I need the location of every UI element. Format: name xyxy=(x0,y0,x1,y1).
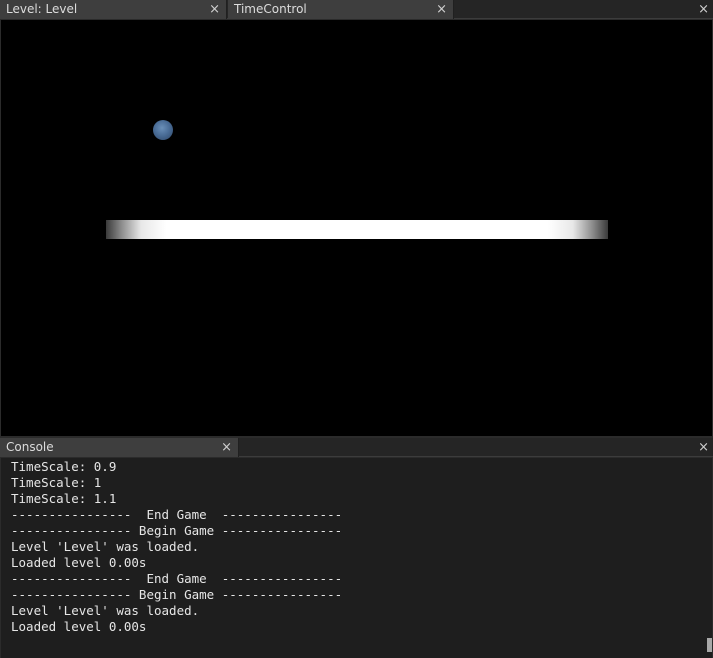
tab-console-label: Console xyxy=(6,440,54,454)
console-panel-close-icon[interactable]: × xyxy=(698,438,709,457)
platform-sprite xyxy=(106,220,608,239)
tab-level-label: Level: Level xyxy=(6,2,78,16)
tab-timecontrol-close-icon[interactable]: × xyxy=(436,0,447,19)
ball-sprite xyxy=(153,120,173,140)
console-line: ---------------- End Game --------------… xyxy=(11,507,343,522)
editor-window: Level: Level × TimeControl × × Console ×… xyxy=(0,0,713,658)
console-scrollbar[interactable] xyxy=(706,458,712,658)
tab-timecontrol[interactable]: TimeControl × xyxy=(228,0,454,19)
tab-timecontrol-label: TimeControl xyxy=(234,2,307,16)
console-log-list: TimeScale: 0.9 TimeScale: 1 TimeScale: 1… xyxy=(11,459,342,635)
tab-console[interactable]: Console × xyxy=(0,438,239,457)
tab-level-close-icon[interactable]: × xyxy=(209,0,220,19)
console-tab-bar: Console × × xyxy=(0,438,713,457)
console-line: ---------------- Begin Game ------------… xyxy=(11,587,343,602)
level-viewport[interactable] xyxy=(1,20,712,436)
top-tab-bar: Level: Level × TimeControl × × xyxy=(0,0,713,19)
console-line: TimeScale: 0.9 xyxy=(11,459,117,474)
tab-level[interactable]: Level: Level × xyxy=(0,0,227,19)
console-line: Loaded level 0.00s xyxy=(11,555,147,570)
console-line: TimeScale: 1 xyxy=(11,475,102,490)
console-scrollbar-thumb[interactable] xyxy=(707,638,712,652)
console-line: Level 'Level' was loaded. xyxy=(11,603,200,618)
top-panel-close-icon[interactable]: × xyxy=(698,0,709,19)
console-line: Level 'Level' was loaded. xyxy=(11,539,200,554)
console-line: ---------------- End Game --------------… xyxy=(11,571,343,586)
console-line: TimeScale: 1.1 xyxy=(11,491,117,506)
tab-console-close-icon[interactable]: × xyxy=(221,438,232,457)
console-line: Loaded level 0.00s xyxy=(11,619,147,634)
console-output[interactable]: TimeScale: 0.9 TimeScale: 1 TimeScale: 1… xyxy=(1,458,712,658)
console-line: ---------------- Begin Game ------------… xyxy=(11,523,343,538)
